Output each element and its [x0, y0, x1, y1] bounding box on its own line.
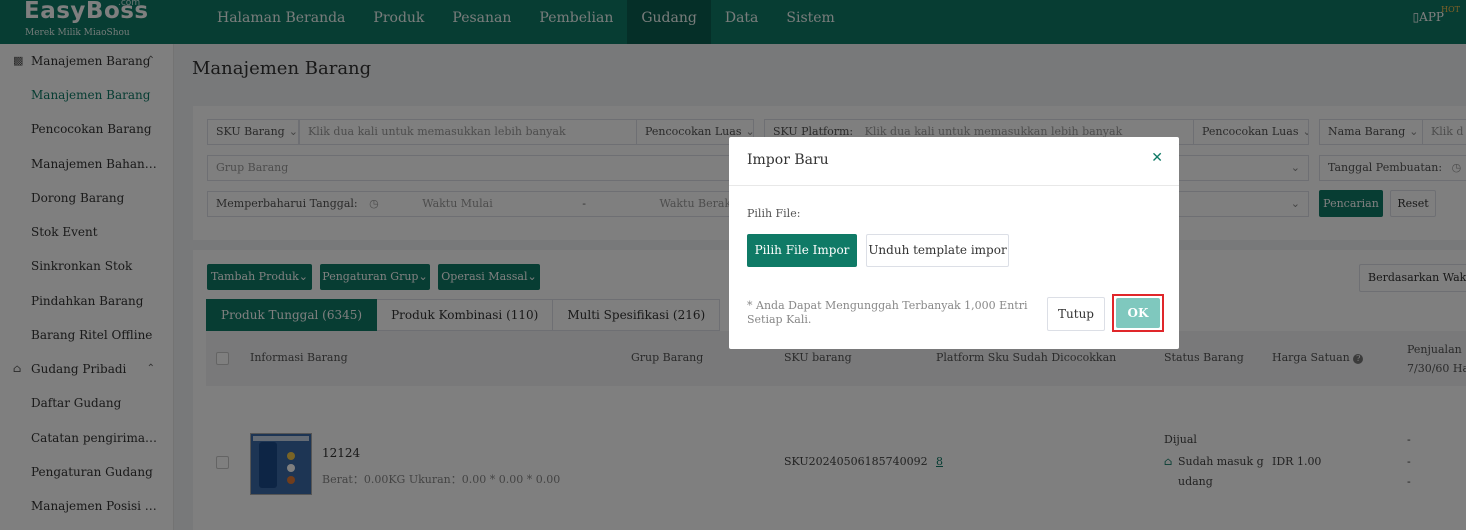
close-icon[interactable]: ✕ [1151, 150, 1163, 166]
download-template-button[interactable]: Unduh template impor [866, 234, 1009, 267]
upload-limit-note: * Anda Dapat Mengunggah Terbanyak 1,000 … [747, 299, 1028, 326]
ok-button[interactable]: OK [1116, 298, 1160, 328]
close-button[interactable]: Tutup [1047, 297, 1105, 331]
modal-title: Impor Baru [747, 152, 829, 168]
choose-file-button[interactable]: Pilih File Impor [747, 234, 857, 267]
import-modal: Impor Baru ✕ Pilih File: Pilih File Impo… [729, 137, 1179, 349]
file-label: Pilih File: [747, 207, 801, 220]
modal-divider [729, 185, 1179, 186]
